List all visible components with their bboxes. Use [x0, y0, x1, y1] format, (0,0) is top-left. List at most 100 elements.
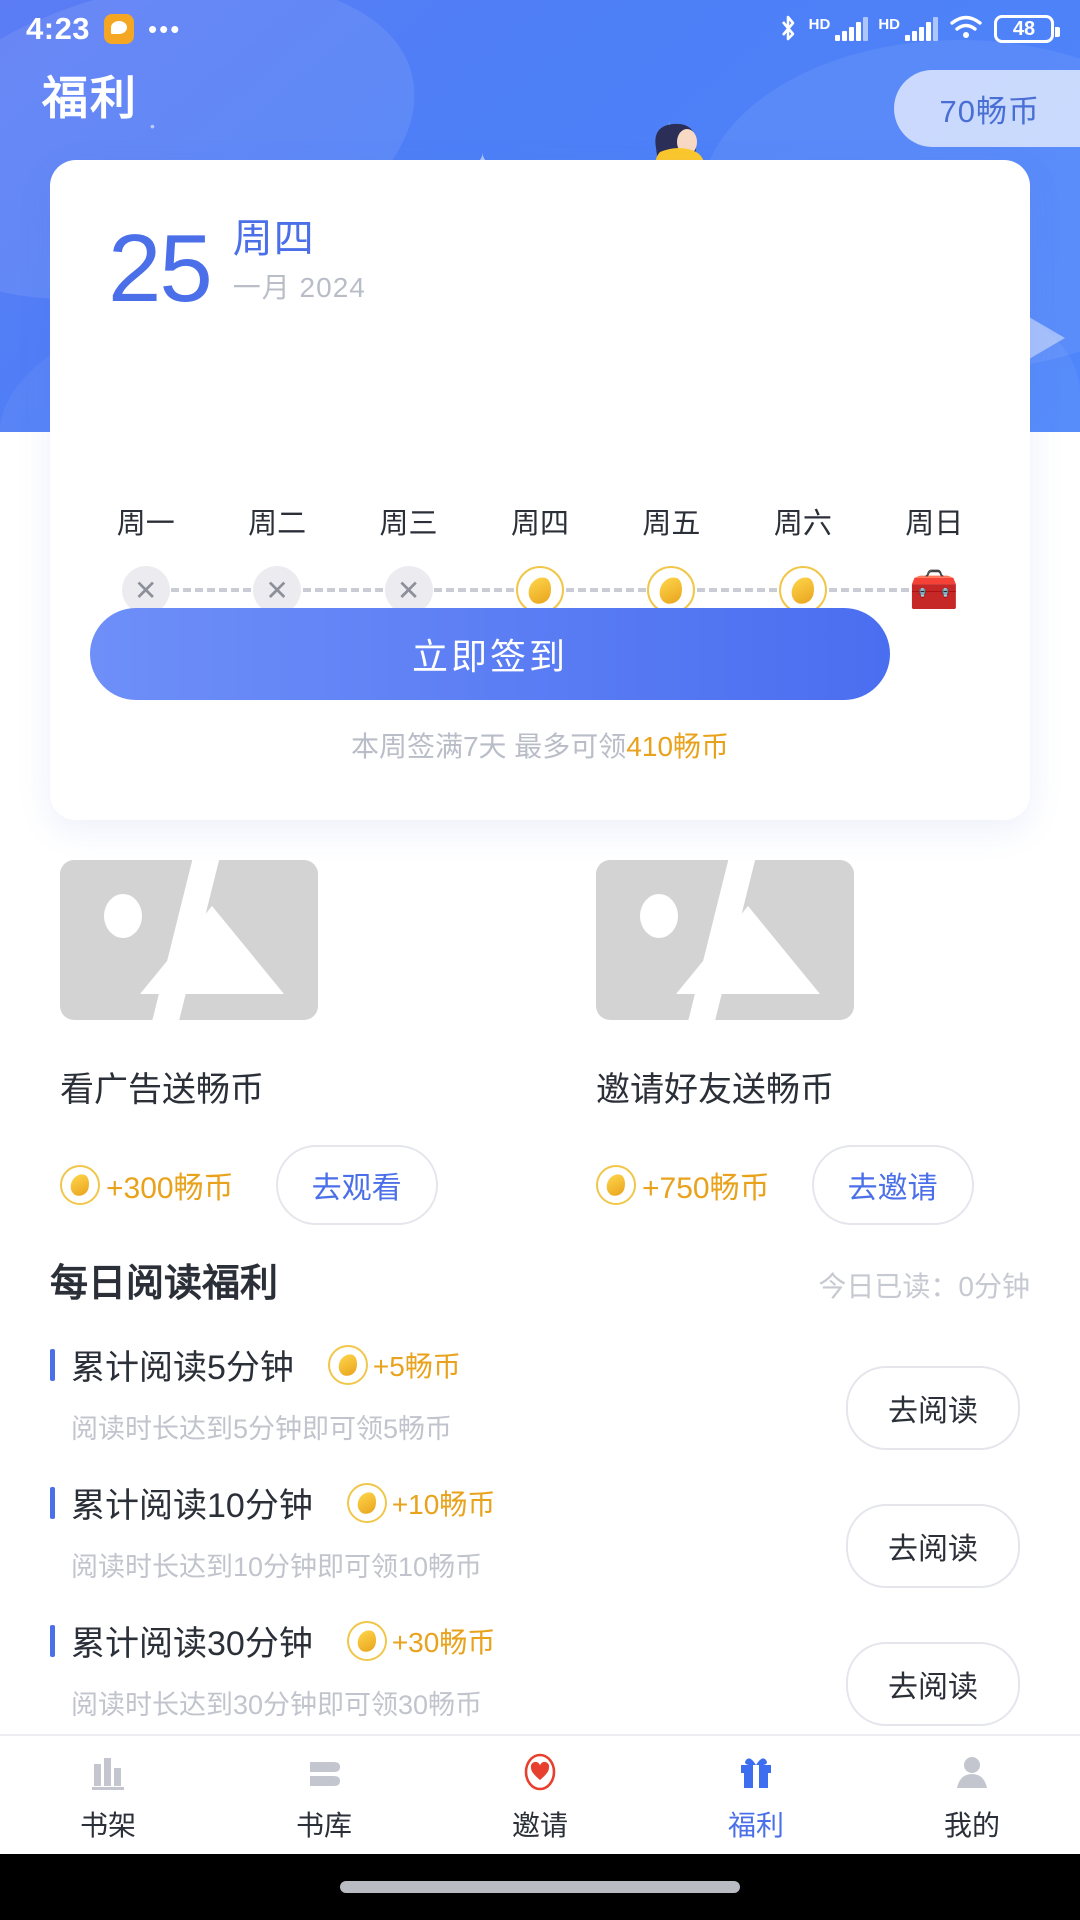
- promo-amount: +300畅币: [106, 1172, 234, 1205]
- weekday-label: 周三: [379, 508, 438, 540]
- treasure-chest-icon: 🧰: [909, 568, 960, 612]
- checkin-card: 25 周四 一月 2024 周一✕周二✕周三✕周四周五周六周日🧰 60畅币: [50, 160, 1030, 820]
- coin-icon: [596, 1165, 636, 1205]
- coin-icon: [60, 1165, 100, 1205]
- weekday-cell[interactable]: 周三 ✕: [343, 500, 515, 616]
- signal-icon-1: HD: [809, 17, 869, 41]
- signal-icon-2: HD: [878, 17, 938, 41]
- task-name: 累计阅读30分钟: [71, 1625, 313, 1663]
- today-read-minutes: 今日已读：0分钟: [818, 1271, 1030, 1302]
- cross-icon: ✕: [121, 566, 170, 614]
- coin-balance-badge[interactable]: 70畅币: [893, 70, 1080, 147]
- reading-section-header: 每日阅读福利 今日已读：0分钟: [0, 1252, 1080, 1307]
- hd-label: HD: [878, 16, 900, 33]
- promo-title: 看广告送畅币: [60, 1071, 264, 1109]
- wifi-icon: [948, 13, 984, 46]
- gift-icon: [648, 1746, 864, 1798]
- sign-in-subnote-prefix: 本周签满7天 最多可领: [350, 731, 627, 762]
- weekday-cell[interactable]: 周五: [606, 500, 778, 616]
- home-indicator-area: [0, 1854, 1080, 1920]
- status-bar-left: 4:23 •••: [26, 11, 181, 47]
- tab-label: 我的: [943, 1810, 1000, 1841]
- weekday-label: 周六: [773, 508, 832, 540]
- tab-label: 福利: [727, 1810, 784, 1841]
- task-reward: +30畅币: [346, 1620, 496, 1661]
- task-amount: +5畅币: [372, 1350, 461, 1382]
- task-reward: +5畅币: [327, 1344, 461, 1385]
- reading-task-row: 累计阅读30分钟 +30畅币 阅读时长达到30分钟即可领30畅币 去阅读: [0, 1616, 1080, 1726]
- tab-gift[interactable]: 福利: [648, 1746, 864, 1844]
- heart-icon: [432, 1746, 648, 1798]
- message-icon: [104, 14, 135, 44]
- coin-icon: [515, 566, 564, 614]
- coin-icon: [778, 566, 827, 614]
- task-amount: +10畅币: [391, 1488, 496, 1520]
- weekday-cell[interactable]: 周一 ✕: [80, 500, 252, 616]
- coin-icon: [647, 566, 696, 614]
- promo-section: 看广告送畅币 +300畅币 去观看 邀请好友送畅币 +750畅币 去邀请: [0, 860, 1080, 1225]
- sign-in-subnote: 本周签满7天 最多可领410畅币: [0, 725, 1080, 765]
- tab-heart[interactable]: 邀请: [432, 1746, 648, 1844]
- weekday-label: 周日: [905, 508, 964, 540]
- task-name: 累计阅读5分钟: [71, 1349, 294, 1387]
- weekday-cell[interactable]: 周日 🧰: [869, 500, 1000, 616]
- date-block: 25 周四 一月 2024: [108, 215, 366, 323]
- date-month-year: 一月 2024: [232, 272, 366, 303]
- image-placeholder-icon: [60, 860, 318, 1020]
- date-day-of-week: 周四: [232, 217, 315, 261]
- promo-card[interactable]: 邀请好友送畅币 +750畅币 去邀请: [544, 860, 1080, 1225]
- promo-action-button[interactable]: 去观看: [275, 1145, 438, 1225]
- status-time: 4:23: [26, 11, 91, 46]
- tab-label: 书库: [295, 1810, 352, 1841]
- promo-reward: +750畅币: [596, 1163, 770, 1207]
- person-icon: [864, 1746, 1080, 1798]
- page-title: 福利: [42, 72, 138, 124]
- weekday-label: 周二: [248, 508, 307, 540]
- sign-in-button[interactable]: 立即签到: [90, 608, 890, 700]
- date-number: 25: [108, 215, 213, 323]
- task-action-button[interactable]: 去阅读: [846, 1366, 1020, 1450]
- sign-in-subnote-highlight: 410畅币: [626, 731, 730, 762]
- weekday-cell[interactable]: 周六: [737, 500, 909, 616]
- task-accent-bar: [50, 1486, 55, 1519]
- task-amount: +30畅币: [391, 1626, 496, 1658]
- task-accent-bar: [50, 1624, 55, 1657]
- bookshelf-icon: [0, 1746, 216, 1798]
- task-name: 累计阅读10分钟: [71, 1487, 313, 1525]
- home-indicator[interactable]: [340, 1881, 740, 1893]
- tab-bookshelf[interactable]: 书架: [0, 1746, 216, 1844]
- tab-label: 邀请: [511, 1810, 568, 1841]
- promo-card[interactable]: 看广告送畅币 +300畅币 去观看: [0, 860, 544, 1225]
- battery-level: 48: [1012, 17, 1036, 40]
- cross-icon: ✕: [253, 566, 302, 614]
- coin-icon: [346, 1482, 387, 1523]
- tab-label: 书架: [79, 1810, 136, 1841]
- weekday-cell[interactable]: 周四: [474, 500, 646, 616]
- promo-amount: +750畅币: [642, 1172, 770, 1205]
- promo-action-button[interactable]: 去邀请: [811, 1145, 974, 1225]
- status-bar-right: HD HD 48: [777, 13, 1060, 46]
- tab-books[interactable]: 书库: [216, 1746, 432, 1844]
- reading-task-row: 累计阅读10分钟 +10畅币 阅读时长达到10分钟即可领10畅币 去阅读: [0, 1478, 1080, 1588]
- promo-reward: +300畅币: [60, 1163, 234, 1207]
- task-action-button[interactable]: 去阅读: [846, 1504, 1020, 1588]
- reading-task-row: 累计阅读5分钟 +5畅币 阅读时长达到5分钟即可领5畅币 去阅读: [0, 1340, 1080, 1450]
- tab-person[interactable]: 我的: [864, 1746, 1080, 1844]
- more-dots-icon: •••: [148, 14, 182, 44]
- status-bar: 4:23 ••• HD HD 48: [0, 0, 1080, 58]
- image-placeholder-icon: [596, 860, 854, 1020]
- task-reward: +10畅币: [346, 1482, 496, 1523]
- books-icon: [216, 1746, 432, 1798]
- bluetooth-icon: [777, 14, 799, 44]
- bottom-tab-bar: 书架 书库 邀请 福利 我的: [0, 1734, 1080, 1854]
- task-action-button[interactable]: 去阅读: [846, 1642, 1020, 1726]
- weekday-cell[interactable]: 周二 ✕: [211, 500, 383, 616]
- sparkle-icon: •: [150, 118, 155, 134]
- coin-icon: [346, 1620, 387, 1661]
- cross-icon: ✕: [384, 566, 433, 614]
- promo-title: 邀请好友送畅币: [596, 1071, 834, 1109]
- weekday-label: 周五: [642, 508, 701, 540]
- weekday-label: 周一: [116, 508, 175, 540]
- battery-icon: 48: [994, 15, 1060, 43]
- task-accent-bar: [50, 1348, 55, 1381]
